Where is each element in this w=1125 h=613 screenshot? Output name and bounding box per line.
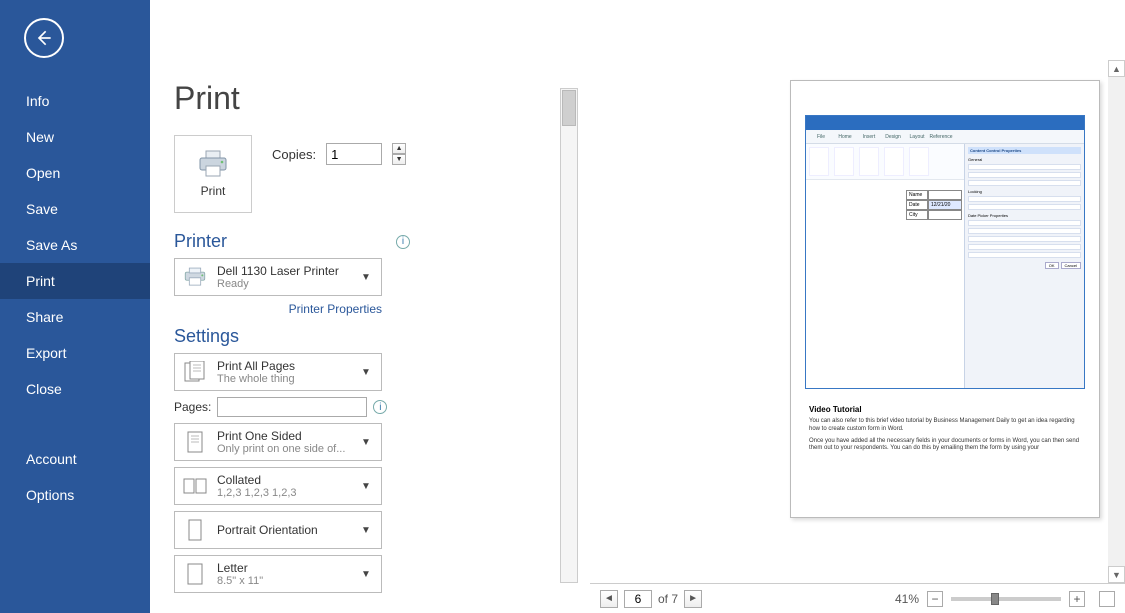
paper-icon [181, 560, 209, 588]
pages-info-icon[interactable]: i [373, 400, 387, 414]
nav-info[interactable]: Info [0, 83, 150, 119]
sides-dropdown[interactable]: Print One Sided Only print on one side o… [174, 423, 382, 461]
preview-para-2: Once you have added all the necessary fi… [809, 438, 1081, 454]
prev-page-button[interactable]: ◄ [600, 590, 618, 608]
copies-label: Copies: [272, 147, 316, 162]
copies-spinner: ▲ ▼ [392, 143, 406, 165]
zoom-value: 41% [895, 592, 919, 606]
portrait-icon [181, 516, 209, 544]
scrollbar-thumb[interactable] [562, 90, 576, 126]
backstage-sidebar: Info New Open Save Save As Print Share E… [0, 0, 150, 613]
nav-print[interactable]: Print [0, 263, 150, 299]
chevron-down-icon: ▼ [361, 525, 375, 536]
copies-down[interactable]: ▼ [392, 154, 406, 165]
printer-info-icon[interactable]: i [396, 235, 410, 249]
pages-icon [181, 358, 209, 386]
preview-page: FileHomeInsertDesignLayoutReference Name… [790, 80, 1100, 518]
collate-dropdown[interactable]: Collated 1,2,3 1,2,3 1,2,3 ▼ [174, 467, 382, 505]
zoom-slider[interactable] [951, 597, 1061, 601]
paper-size-dropdown[interactable]: Letter 8.5" x 11" ▼ [174, 555, 382, 593]
pages-label: Pages: [174, 400, 211, 414]
collated-icon [181, 472, 209, 500]
copies-input[interactable] [326, 143, 382, 165]
orientation-dropdown[interactable]: Portrait Orientation ▼ [174, 511, 382, 549]
printer-dropdown[interactable]: Dell 1130 Laser Printer Ready ▼ [174, 258, 382, 296]
nav-account[interactable]: Account [0, 441, 150, 477]
print-button-label: Print [201, 184, 226, 198]
settings-scrollbar[interactable] [560, 88, 578, 583]
print-settings-panel: Print Print Copies: ▲ ▼ [150, 60, 410, 613]
printer-name: Dell 1130 Laser Printer [217, 264, 353, 278]
chevron-down-icon: ▼ [361, 481, 375, 492]
nav-export[interactable]: Export [0, 335, 150, 371]
printer-icon [197, 150, 229, 178]
preview-para-1: You can also refer to this brief video t… [809, 418, 1081, 434]
zoom-fit-button[interactable] [1099, 591, 1115, 607]
settings-section-heading: Settings [174, 326, 410, 347]
nav-items: Info New Open Save Save As Print Share E… [0, 83, 150, 407]
backstage-main: Print Print Copies: ▲ ▼ [150, 60, 1125, 613]
printer-properties-link[interactable]: Printer Properties [174, 302, 382, 316]
print-range-dropdown[interactable]: Print All Pages The whole thing ▼ [174, 353, 382, 391]
zoom-controls: 41% − + [895, 591, 1115, 607]
nav-options[interactable]: Options [0, 477, 150, 513]
chevron-down-icon: ▼ [361, 367, 375, 378]
print-preview: FileHomeInsertDesignLayoutReference Name… [590, 60, 1125, 583]
next-page-button[interactable]: ► [684, 590, 702, 608]
preview-scrollbar[interactable]: ▲ ▼ [1108, 60, 1125, 583]
page-title: Print [174, 80, 410, 117]
back-button[interactable] [24, 18, 64, 58]
pages-row: Pages: i [174, 397, 410, 417]
arrow-left-icon [34, 28, 54, 48]
chevron-down-icon: ▼ [361, 437, 375, 448]
scroll-down-button[interactable]: ▼ [1108, 566, 1125, 583]
printer-status: Ready [217, 278, 353, 290]
copies-up[interactable]: ▲ [392, 143, 406, 154]
copies-control: Copies: ▲ ▼ [272, 143, 406, 165]
page-of-label: of 7 [658, 592, 678, 606]
page-navigator: ◄ of 7 ► [600, 590, 702, 608]
nav-share[interactable]: Share [0, 299, 150, 335]
current-page-input[interactable] [624, 590, 652, 608]
nav-bottom: Account Options [0, 441, 150, 513]
pages-input[interactable] [217, 397, 367, 417]
nav-save[interactable]: Save [0, 191, 150, 227]
printer-icon [181, 263, 209, 291]
preview-screenshot: FileHomeInsertDesignLayoutReference Name… [805, 115, 1085, 389]
preview-heading: Video Tutorial [809, 405, 1081, 414]
chevron-down-icon: ▼ [361, 569, 375, 580]
scroll-up-button[interactable]: ▲ [1108, 60, 1125, 77]
printer-section-heading: Printer i [174, 231, 410, 252]
preview-status-bar: ◄ of 7 ► 41% − + [590, 583, 1125, 613]
zoom-slider-thumb[interactable] [991, 593, 999, 605]
print-button[interactable]: Print [174, 135, 252, 213]
one-sided-icon [181, 428, 209, 456]
zoom-out-button[interactable]: − [927, 591, 943, 607]
nav-close[interactable]: Close [0, 371, 150, 407]
nav-new[interactable]: New [0, 119, 150, 155]
chevron-down-icon: ▼ [361, 272, 375, 283]
nav-open[interactable]: Open [0, 155, 150, 191]
zoom-in-button[interactable]: + [1069, 591, 1085, 607]
nav-save-as[interactable]: Save As [0, 227, 150, 263]
